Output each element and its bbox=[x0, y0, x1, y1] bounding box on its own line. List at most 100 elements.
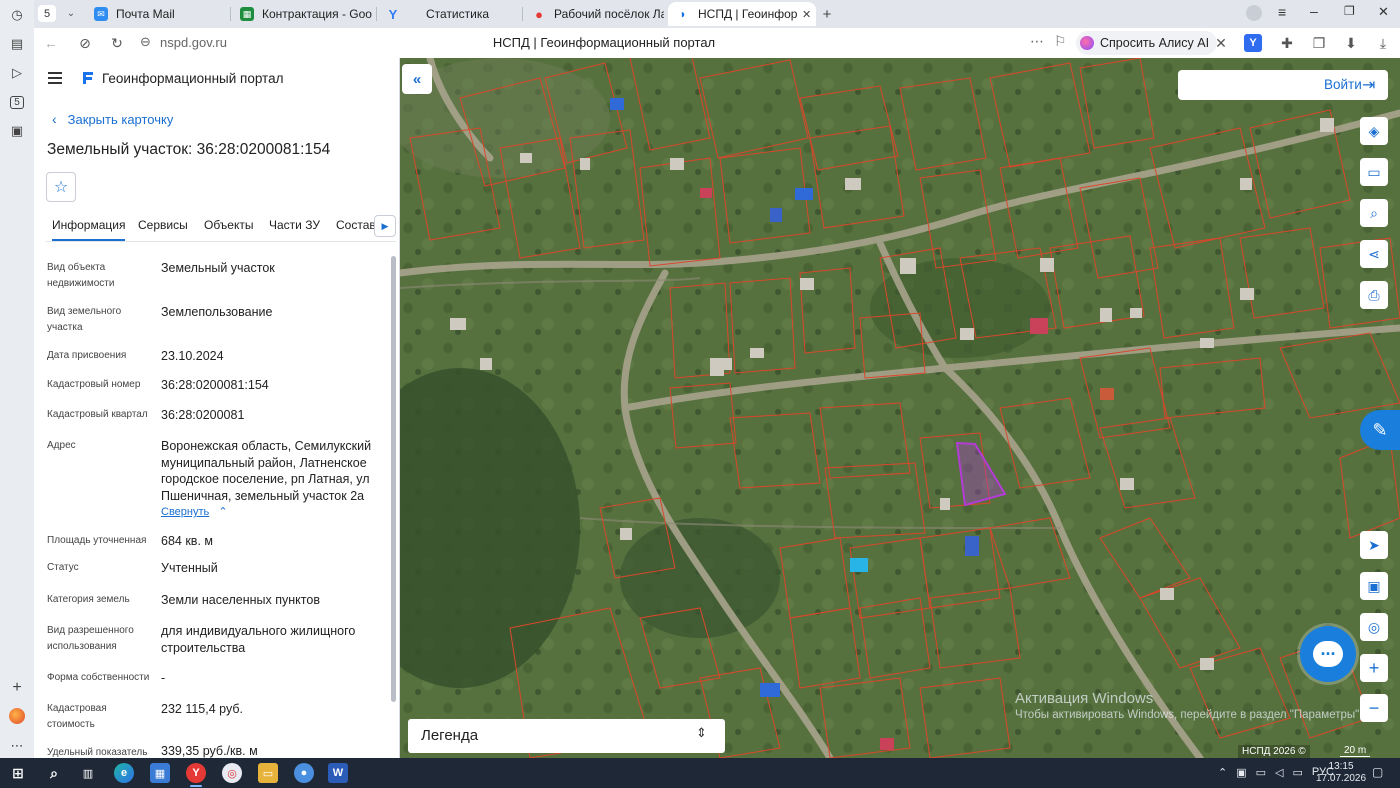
tab-composition[interactable]: Состав bbox=[336, 218, 376, 232]
hamburger-menu-icon[interactable] bbox=[48, 72, 62, 84]
edge-icon[interactable]: e bbox=[114, 763, 134, 783]
reader-icon[interactable]: ⊘ bbox=[76, 34, 94, 52]
map-scale: 20 m bbox=[1340, 745, 1371, 757]
network-icon[interactable]: ▭ bbox=[1256, 766, 1266, 779]
tab-latnaya[interactable]: ● Рабочий посёлок Латная bbox=[524, 2, 664, 26]
app-icon[interactable]: ◎ bbox=[222, 763, 242, 783]
display-icon[interactable]: ▭ bbox=[1293, 766, 1303, 779]
share-button[interactable]: ⋖ bbox=[1360, 240, 1388, 268]
back-icon[interactable]: ← bbox=[42, 34, 60, 52]
tab-label: Почта Mail bbox=[116, 7, 175, 21]
task-view-icon[interactable]: ▥ bbox=[78, 763, 98, 783]
puzzle-icon[interactable]: ✚ bbox=[1278, 34, 1296, 52]
zoom-in-button[interactable]: + bbox=[1360, 654, 1388, 682]
tab-parts[interactable]: Части ЗУ bbox=[269, 218, 320, 232]
browser-menu-icon[interactable]: ≡ bbox=[1278, 4, 1286, 20]
yandex-browser-icon[interactable]: Y bbox=[186, 763, 206, 787]
tabs-next-button[interactable]: ▶ bbox=[374, 215, 396, 237]
store-icon[interactable]: ▦ bbox=[150, 763, 170, 783]
nspd-logo-icon bbox=[83, 72, 93, 84]
satellite-map[interactable] bbox=[400, 58, 1400, 758]
map-view[interactable] bbox=[400, 58, 1400, 758]
ask-alice-button[interactable]: Спросить Алису AI bbox=[1076, 31, 1218, 55]
scan-search-icon: ⌕ bbox=[1370, 204, 1378, 221]
field-value: 232 115,4 руб. bbox=[161, 702, 243, 716]
layers-button[interactable]: ◈ bbox=[1360, 117, 1388, 145]
map-pin-icon: ● bbox=[535, 6, 543, 22]
tab-google-sheets[interactable]: ▦ Контрактация - Google Та bbox=[232, 2, 372, 26]
windows-start-icon[interactable]: ⊞ bbox=[8, 763, 28, 783]
screenshot-icon[interactable]: ▣ bbox=[7, 121, 27, 141]
history-icon[interactable]: ◷ bbox=[7, 5, 27, 25]
ruler-icon: ▭ bbox=[1367, 163, 1381, 180]
location-button[interactable]: ◎ bbox=[1360, 613, 1388, 641]
sidebar-toggle-icon[interactable]: ❐ bbox=[1310, 34, 1328, 52]
tab-services[interactable]: Сервисы bbox=[138, 218, 188, 232]
field-value: 23.10.2024 bbox=[161, 349, 224, 363]
tabs-dropdown-icon[interactable]: ⌄ bbox=[62, 5, 80, 22]
field-value: Землепользование bbox=[161, 305, 273, 319]
downloads-icon[interactable]: ⬇ bbox=[1342, 34, 1360, 52]
field-label: Форма собственности bbox=[47, 672, 150, 683]
login-label: Войти bbox=[1324, 77, 1362, 92]
favorite-star-button[interactable]: ☆ bbox=[46, 172, 76, 202]
more-icon[interactable]: ⋯ bbox=[1030, 33, 1044, 50]
tab-counter[interactable]: 5 bbox=[38, 5, 56, 22]
basemap-button[interactable]: ▣ bbox=[1360, 572, 1388, 600]
clock-date: 17.07.2026 bbox=[1316, 773, 1367, 784]
field-label: Кадастровая стоимость bbox=[47, 703, 107, 730]
new-tab-icon[interactable]: + bbox=[818, 5, 836, 23]
panel-scrollbar[interactable] bbox=[391, 256, 396, 702]
download-arrow-icon[interactable]: ⤓ bbox=[1374, 34, 1392, 52]
yandex-ext-icon[interactable]: Y bbox=[1244, 34, 1262, 52]
feedback-side-tab[interactable]: ✎ bbox=[1360, 410, 1400, 450]
collapse-panel-button[interactable]: « bbox=[402, 64, 432, 94]
tab-objects[interactable]: Объекты bbox=[204, 218, 254, 232]
restore-icon[interactable]: ❐ bbox=[1344, 4, 1355, 18]
collections-icon[interactable]: ▤ bbox=[7, 34, 27, 54]
word-icon[interactable]: W bbox=[328, 763, 348, 783]
close-tab-icon[interactable]: ✕ bbox=[802, 8, 811, 21]
add-panel-icon[interactable]: + bbox=[7, 678, 27, 698]
extension-icon[interactable]: ✕ bbox=[1212, 34, 1230, 52]
tray-expand-icon[interactable]: ⌃ bbox=[1218, 766, 1227, 779]
field-value[interactable]: 36:28:0200081:154 bbox=[161, 377, 377, 394]
video-icon[interactable]: ▷ bbox=[7, 63, 27, 83]
tab-info[interactable]: Информация bbox=[52, 218, 126, 241]
volume-icon[interactable]: ◁ bbox=[1275, 766, 1283, 779]
tab-statistics[interactable]: Y Статистика bbox=[378, 2, 518, 26]
tray-app-icon[interactable]: ▣ bbox=[1236, 766, 1246, 779]
print-icon: ⎙ bbox=[1368, 286, 1380, 303]
tab-mail[interactable]: ✉ Почта Mail bbox=[86, 2, 226, 26]
chat-button[interactable]: ··· bbox=[1300, 626, 1356, 682]
field-value: - bbox=[161, 671, 166, 685]
collapse-link[interactable]: Свернуть ⌃ bbox=[161, 505, 228, 518]
login-button[interactable]: Войти ⇥ bbox=[1178, 70, 1388, 100]
bookmark-icon[interactable]: ⚐ bbox=[1054, 33, 1067, 50]
profile-avatar[interactable] bbox=[1246, 5, 1262, 21]
minimize-icon[interactable]: – bbox=[1310, 3, 1318, 19]
navigate-button[interactable]: ➤ bbox=[1360, 531, 1388, 559]
search-icon[interactable]: ⌕ bbox=[44, 763, 64, 783]
field-value[interactable]: 36:28:0200081 bbox=[161, 407, 377, 424]
ruler-button[interactable]: ▭ bbox=[1360, 158, 1388, 186]
rail-menu-icon[interactable]: ⋯ bbox=[7, 736, 27, 756]
close-card-link[interactable]: ‹ Закрыть карточку bbox=[52, 111, 173, 127]
close-window-icon[interactable]: ✕ bbox=[1378, 4, 1389, 20]
star-icon: ☆ bbox=[53, 179, 69, 196]
scan-search-button[interactable]: ⌕ bbox=[1360, 199, 1388, 227]
notifications-icon[interactable]: ▢ bbox=[1372, 765, 1383, 779]
reload-icon[interactable]: ↻ bbox=[108, 34, 126, 52]
system-clock[interactable]: 13:15 17.07.2026 bbox=[1316, 761, 1366, 785]
print-button[interactable]: ⎙ bbox=[1360, 281, 1388, 309]
field-label: Кадастровый номер bbox=[47, 379, 141, 390]
zoom-out-button[interactable]: − bbox=[1360, 694, 1388, 722]
chevron-left-icon: ‹ bbox=[52, 111, 57, 127]
file-explorer-icon[interactable]: ▭ bbox=[258, 763, 278, 783]
tab-nspd[interactable]: ◗ НСПД | Геоинформаци ✕ bbox=[668, 2, 816, 26]
alice-rail-icon[interactable] bbox=[7, 706, 27, 726]
legend-select[interactable]: Легенда ⇕ bbox=[408, 719, 725, 753]
telegram-like-icon[interactable]: ● bbox=[294, 763, 314, 783]
address-bar[interactable]: ⊖ nspd.gov.ru НСПД | Геоинформационный п… bbox=[134, 32, 1074, 54]
tab-counter-icon[interactable]: 5 bbox=[7, 92, 27, 112]
